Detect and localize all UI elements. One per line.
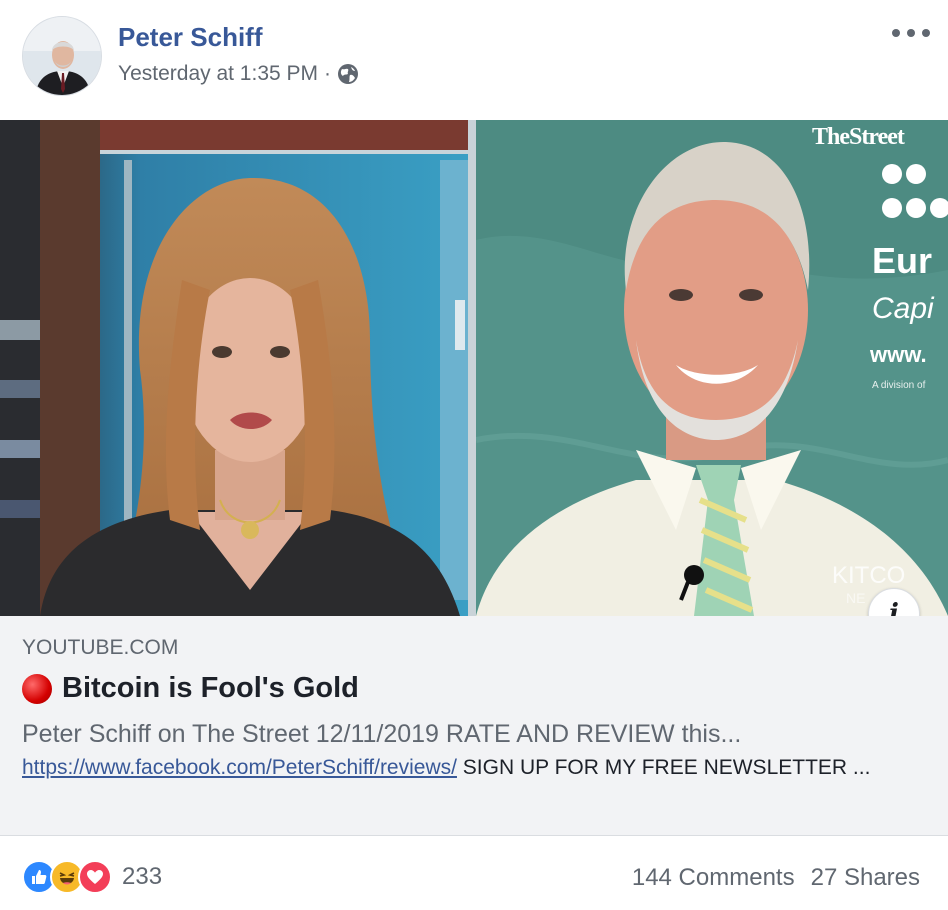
author-avatar[interactable] bbox=[22, 16, 102, 96]
link-title[interactable]: Bitcoin is Fool's Gold bbox=[22, 672, 359, 705]
left-video-panel bbox=[0, 120, 468, 616]
overlay-text-capital: Capi bbox=[872, 292, 934, 325]
post-meta: Yesterday at 1:35 PM · bbox=[118, 62, 359, 86]
link-preview[interactable]: YOUTUBE.COM Bitcoin is Fool's Gold Peter… bbox=[0, 616, 948, 836]
engagement-stats: 144 Comments 27 Shares bbox=[632, 864, 920, 892]
panel-divider bbox=[468, 120, 476, 616]
love-icon bbox=[78, 860, 112, 894]
red-circle-icon bbox=[22, 673, 52, 704]
overlay-text-www: www. bbox=[870, 342, 927, 367]
link-domain: YOUTUBE.COM bbox=[22, 636, 179, 659]
right-video-panel: TheStreet Eur Capi www. A division of KI… bbox=[476, 120, 948, 616]
overlay-text-euro: Eur bbox=[872, 240, 933, 281]
post-timestamp[interactable]: Yesterday at 1:35 PM bbox=[118, 62, 318, 86]
overlay-text-division: A division of bbox=[872, 380, 926, 391]
video-thumbnail[interactable]: TheStreet Eur Capi www. A division of KI… bbox=[0, 120, 948, 616]
post-footer: 233 144 Comments 27 Shares bbox=[0, 836, 948, 910]
link-description: Peter Schiff on The Street 12/11/2019 RA… bbox=[22, 720, 742, 748]
author-name[interactable]: Peter Schiff bbox=[118, 22, 263, 53]
post-header: Peter Schiff Yesterday at 1:35 PM · bbox=[0, 0, 948, 120]
reviews-link[interactable]: https://www.facebook.com/PeterSchiff/rev… bbox=[22, 756, 457, 779]
avatar-photo bbox=[23, 17, 101, 95]
link-description-tail: SIGN UP FOR MY FREE NEWSLETTER ... bbox=[456, 756, 871, 779]
meta-separator: · bbox=[324, 62, 332, 85]
kitco-watermark-sub: NE bbox=[846, 590, 866, 606]
thestreet-watermark: TheStreet bbox=[812, 124, 905, 150]
kitco-watermark: KITCO bbox=[832, 562, 906, 589]
link-description-more: https://www.facebook.com/PeterSchiff/rev… bbox=[22, 752, 922, 784]
shares-count[interactable]: 27 Shares bbox=[811, 864, 920, 892]
reactions-summary[interactable]: 233 bbox=[22, 860, 162, 894]
more-options-icon[interactable] bbox=[892, 22, 930, 44]
link-title-text: Bitcoin is Fool's Gold bbox=[62, 672, 359, 704]
reaction-count[interactable]: 233 bbox=[122, 863, 162, 891]
comments-count[interactable]: 144 Comments bbox=[632, 864, 795, 892]
globe-icon[interactable] bbox=[337, 63, 359, 85]
